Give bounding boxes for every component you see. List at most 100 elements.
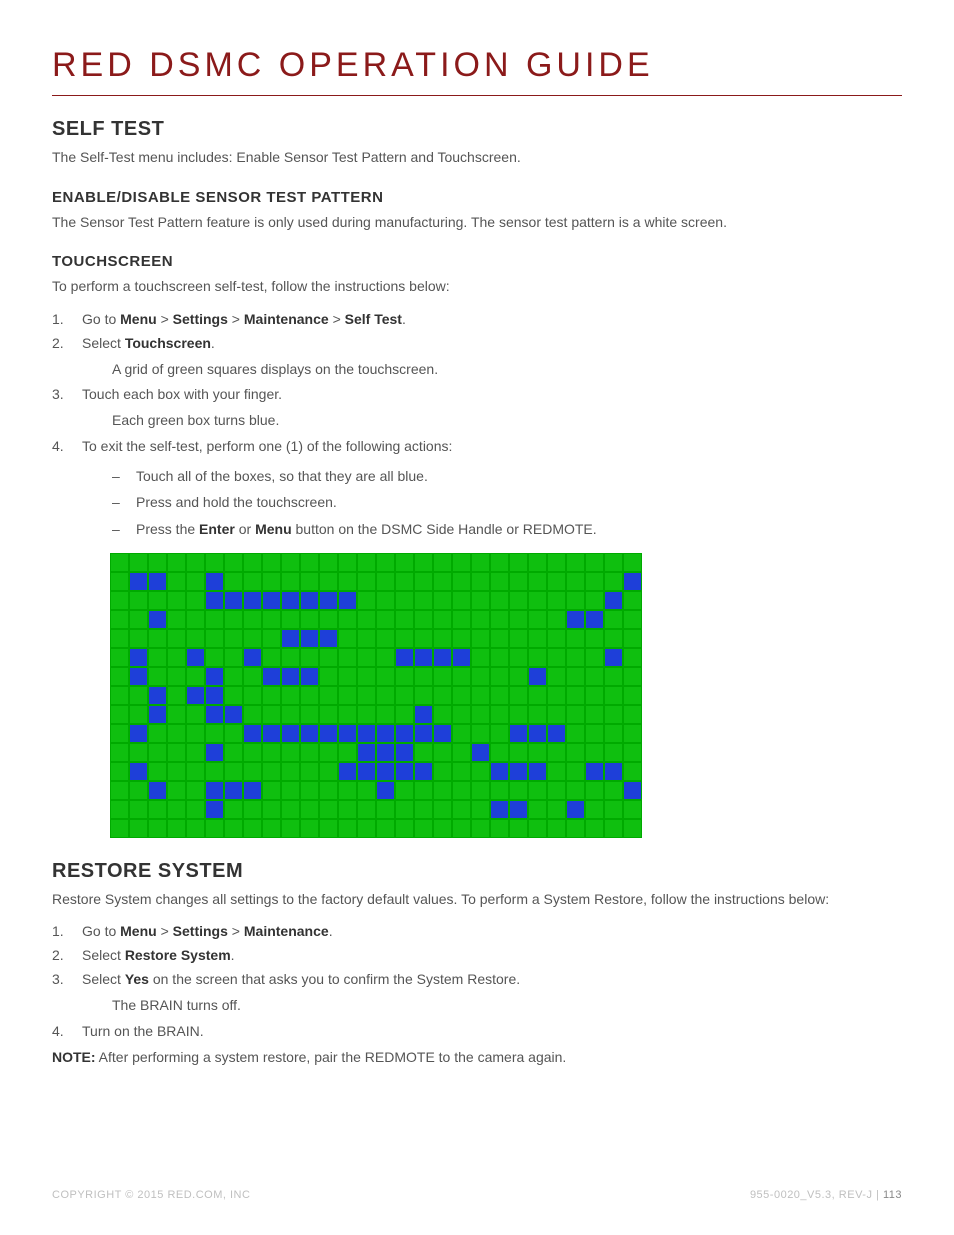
- grid-cell: [205, 610, 224, 629]
- grid-cell: [528, 686, 547, 705]
- grid-cell: [300, 553, 319, 572]
- grid-cell: [129, 762, 148, 781]
- grid-cell: [452, 667, 471, 686]
- grid-cell: [186, 648, 205, 667]
- grid-cell: [547, 610, 566, 629]
- grid-cell: [490, 553, 509, 572]
- grid-cell: [433, 705, 452, 724]
- grid-cell: [585, 553, 604, 572]
- grid-cell: [528, 724, 547, 743]
- grid-cell: [319, 724, 338, 743]
- menu-bold: Menu: [120, 311, 157, 327]
- grid-cell: [376, 686, 395, 705]
- grid-cell: [186, 781, 205, 800]
- grid-cell: [186, 572, 205, 591]
- grid-cell: [110, 781, 129, 800]
- grid-cell: [452, 591, 471, 610]
- note-bold: NOTE:: [52, 1049, 96, 1065]
- grid-cell: [376, 743, 395, 762]
- grid-cell: [509, 591, 528, 610]
- text: Touch each box with your finger.: [82, 386, 282, 402]
- grid-cell: [433, 686, 452, 705]
- self-test-heading: SELF TEST: [52, 118, 902, 141]
- grid-cell: [528, 553, 547, 572]
- grid-cell: [300, 724, 319, 743]
- grid-cell: [243, 572, 262, 591]
- grid-cell: [566, 591, 585, 610]
- grid-cell: [186, 686, 205, 705]
- grid-cell: [262, 629, 281, 648]
- grid-cell: [490, 572, 509, 591]
- grid-cell: [490, 705, 509, 724]
- grid-cell: [376, 591, 395, 610]
- grid-cell: [262, 667, 281, 686]
- grid-cell: [471, 591, 490, 610]
- grid-cell: [395, 705, 414, 724]
- grid-cell: [262, 724, 281, 743]
- period: .: [231, 947, 235, 963]
- grid-cell: [395, 610, 414, 629]
- grid-cell: [338, 667, 357, 686]
- grid-cell: [357, 800, 376, 819]
- grid-cell: [243, 629, 262, 648]
- grid-cell: [262, 819, 281, 838]
- grid-cell: [623, 610, 642, 629]
- grid-cell: [224, 781, 243, 800]
- text: Press the: [136, 521, 199, 537]
- grid-cell: [224, 629, 243, 648]
- grid-cell: [490, 743, 509, 762]
- grid-cell: [452, 572, 471, 591]
- grid-cell: [300, 743, 319, 762]
- grid-cell: [319, 819, 338, 838]
- grid-cell: [262, 610, 281, 629]
- grid-cell: [433, 819, 452, 838]
- grid-cell: [224, 667, 243, 686]
- settings-bold: Settings: [173, 923, 228, 939]
- grid-cell: [547, 553, 566, 572]
- grid-cell: [376, 762, 395, 781]
- touch-heading: TOUCHSCREEN: [52, 253, 902, 270]
- grid-cell: [528, 819, 547, 838]
- grid-cell: [148, 572, 167, 591]
- grid-cell: [167, 762, 186, 781]
- grid-cell: [376, 667, 395, 686]
- grid-cell: [604, 819, 623, 838]
- grid-cell: [566, 686, 585, 705]
- grid-cell: [509, 800, 528, 819]
- grid-cell: [471, 686, 490, 705]
- grid-cell: [224, 762, 243, 781]
- grid-cell: [129, 724, 148, 743]
- grid-cell: [338, 686, 357, 705]
- grid-cell: [604, 591, 623, 610]
- grid-cell: [509, 724, 528, 743]
- grid-cell: [243, 667, 262, 686]
- grid-cell: [604, 648, 623, 667]
- grid-cell: [167, 781, 186, 800]
- grid-cell: [357, 572, 376, 591]
- grid-cell: [623, 705, 642, 724]
- grid-cell: [205, 705, 224, 724]
- grid-cell: [300, 800, 319, 819]
- grid-cell: [528, 762, 547, 781]
- yes-bold: Yes: [125, 971, 149, 987]
- grid-cell: [566, 610, 585, 629]
- grid-cell: [490, 648, 509, 667]
- grid-cell: [414, 781, 433, 800]
- grid-cell: [452, 629, 471, 648]
- grid-cell: [300, 781, 319, 800]
- grid-cell: [471, 629, 490, 648]
- grid-cell: [452, 819, 471, 838]
- grid-cell: [471, 648, 490, 667]
- restore-heading: RESTORE SYSTEM: [52, 860, 902, 883]
- grid-cell: [224, 724, 243, 743]
- grid-cell: [281, 667, 300, 686]
- grid-cell: [300, 705, 319, 724]
- grid-cell: [471, 572, 490, 591]
- grid-cell: [566, 648, 585, 667]
- grid-cell: [319, 667, 338, 686]
- grid-cell: [167, 743, 186, 762]
- grid-cell: [300, 572, 319, 591]
- grid-cell: [167, 705, 186, 724]
- grid-cell: [433, 629, 452, 648]
- grid-cell: [528, 781, 547, 800]
